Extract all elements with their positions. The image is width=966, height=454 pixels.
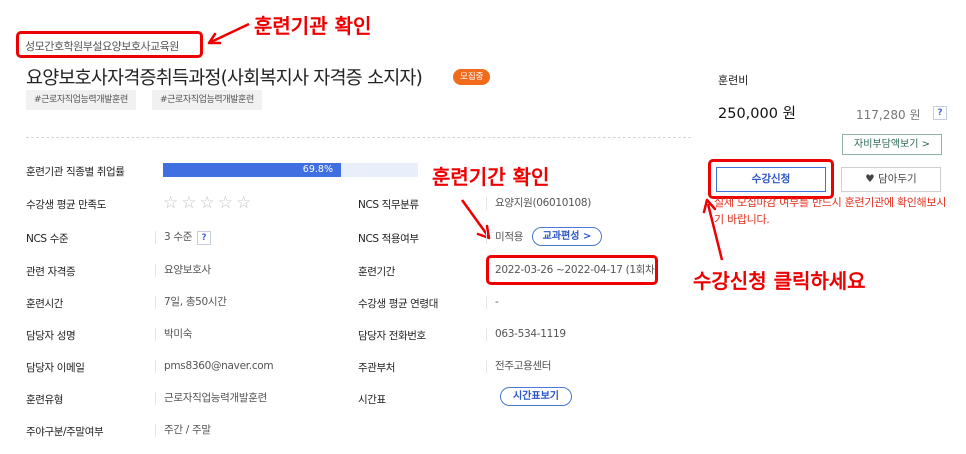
divider <box>26 137 691 138</box>
course-title: 요양보호사자격증취득과정(사회복지사 자격증 소지자) <box>26 68 423 89</box>
apply-highlight-box <box>708 159 834 199</box>
agency-value: 전주고용센터 <box>486 360 551 373</box>
status-badge: 모집중 <box>453 69 491 85</box>
fee-help-icon[interactable]: ? <box>933 106 947 120</box>
age-label: 수강생 평균 연령대 <box>358 298 438 310</box>
cert-label: 관련 자격증 <box>26 266 76 278</box>
ncs-level-help-icon[interactable]: ? <box>197 231 211 245</box>
arrow-icon <box>207 22 250 45</box>
timetable-label: 시간표 <box>358 394 386 406</box>
fee-sub: 117,280 원 <box>856 108 921 122</box>
email-value[interactable]: pms8360@naver.com <box>155 360 274 373</box>
employment-rate-text: 69.8% <box>302 164 333 175</box>
tag-1[interactable]: #근로자직업능력개발훈련 <box>26 90 136 110</box>
satisfaction-stars: ☆☆☆☆☆ <box>163 193 255 213</box>
hours-label: 훈련시간 <box>26 298 64 310</box>
timetable-button[interactable]: 시간표보기 <box>500 387 572 406</box>
annotation-period-check: 훈련기간 확인 <box>432 165 550 189</box>
phone-label: 담당자 전화번호 <box>358 330 426 342</box>
institute-highlight-box <box>16 31 203 58</box>
manager-value: 박미숙 <box>155 328 192 341</box>
cert-value: 요양보호사 <box>155 264 211 277</box>
manager-label: 담당자 성명 <box>26 330 76 342</box>
ncs-level-label: NCS 수준 <box>26 233 69 245</box>
tag-2[interactable]: #근로자직업능력개발훈련 <box>152 90 262 110</box>
heart-icon: ♥ <box>865 173 875 185</box>
ncs-job-label: NCS 직무분류 <box>358 199 419 211</box>
wish-button[interactable]: ♥ 담아두기 <box>841 167 941 192</box>
ncs-job-value: 요양지원(06010108) <box>486 197 591 210</box>
satisfaction-label: 수강생 평균 만족도 <box>26 199 106 211</box>
employment-rate-bar: 69.8% <box>163 163 418 177</box>
fee-label: 훈련비 <box>718 74 749 87</box>
email-label: 담당자 이메일 <box>26 362 85 374</box>
type-label: 훈련유형 <box>26 394 64 406</box>
wish-button-label: 담아두기 <box>878 173 917 185</box>
employment-rate-label: 훈련기관 직종별 취업률 <box>26 166 125 178</box>
age-value: - <box>486 296 499 309</box>
curriculum-button[interactable]: 교과편성 > <box>532 227 602 246</box>
type-value: 근로자직업능력개발훈련 <box>155 392 267 405</box>
period-label: 훈련기간 <box>358 266 396 278</box>
employment-rate-fill: 69.8% <box>163 163 341 177</box>
annotation-institute-check: 훈련기관 확인 <box>254 14 372 38</box>
annotation-apply-click: 수강신청 클릭하세요 <box>693 269 866 293</box>
fee-main: 250,000 원 <box>718 106 796 122</box>
ncs-level-value: 3 수준 <box>155 231 192 244</box>
weekday-label: 주야구분/주말여부 <box>26 426 104 438</box>
period-highlight-box <box>486 255 658 285</box>
ncs-apply-value: 미적용 <box>486 231 523 244</box>
self-pay-button[interactable]: 자비부담액보기 > <box>842 134 942 155</box>
ncs-apply-label: NCS 적용여부 <box>358 233 419 245</box>
notice-text: 실제 모집마감 여부를 반드시 훈련기관에 확인해보시기 바랍니다. <box>714 196 947 226</box>
agency-label: 주관부처 <box>358 362 396 374</box>
weekday-value: 주간 / 주말 <box>155 424 211 437</box>
phone-value: 063-534-1119 <box>486 328 566 341</box>
hours-value: 7일, 총50시간 <box>155 296 227 309</box>
